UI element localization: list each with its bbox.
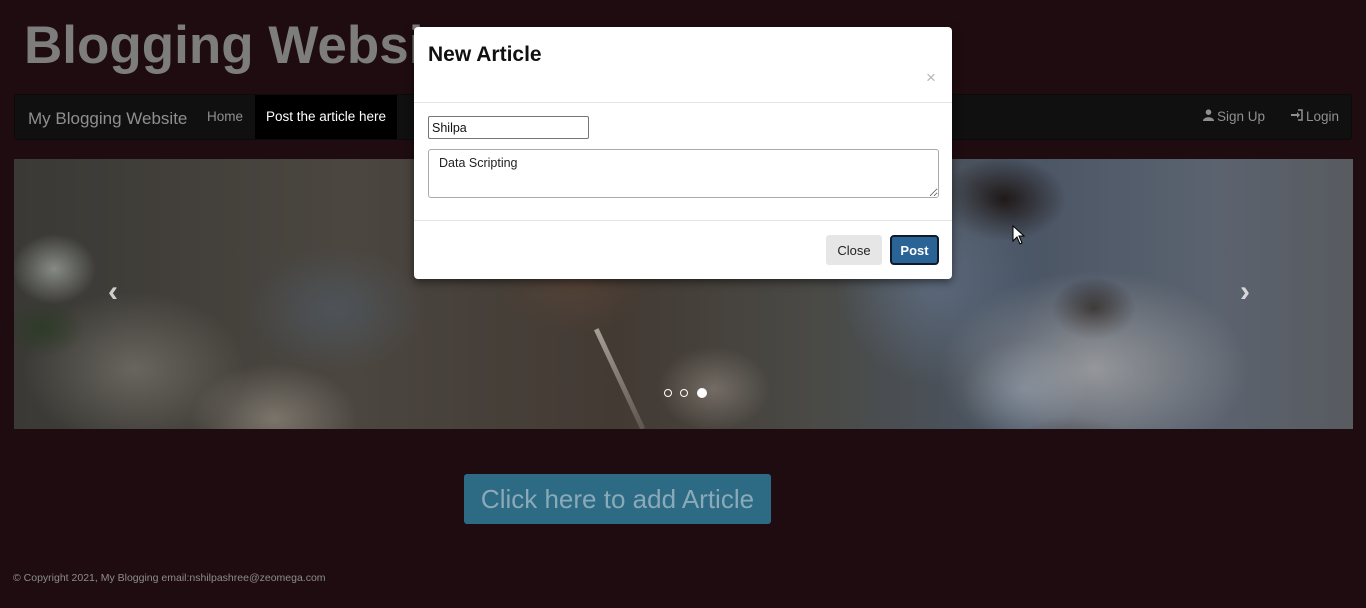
modal-footer-divider xyxy=(414,220,952,221)
modal-title: New Article xyxy=(428,43,542,66)
close-button[interactable]: Close xyxy=(826,235,882,265)
mouse-cursor-icon xyxy=(1012,225,1026,245)
post-button[interactable]: Post xyxy=(890,235,939,265)
modal-close-icon[interactable]: × xyxy=(926,68,936,88)
article-textarea[interactable]: Data Scripting xyxy=(428,149,939,198)
modal-header-divider xyxy=(414,102,952,103)
new-article-modal: New Article × Data Scripting Close Post xyxy=(414,27,952,279)
author-name-input[interactable] xyxy=(428,116,589,139)
